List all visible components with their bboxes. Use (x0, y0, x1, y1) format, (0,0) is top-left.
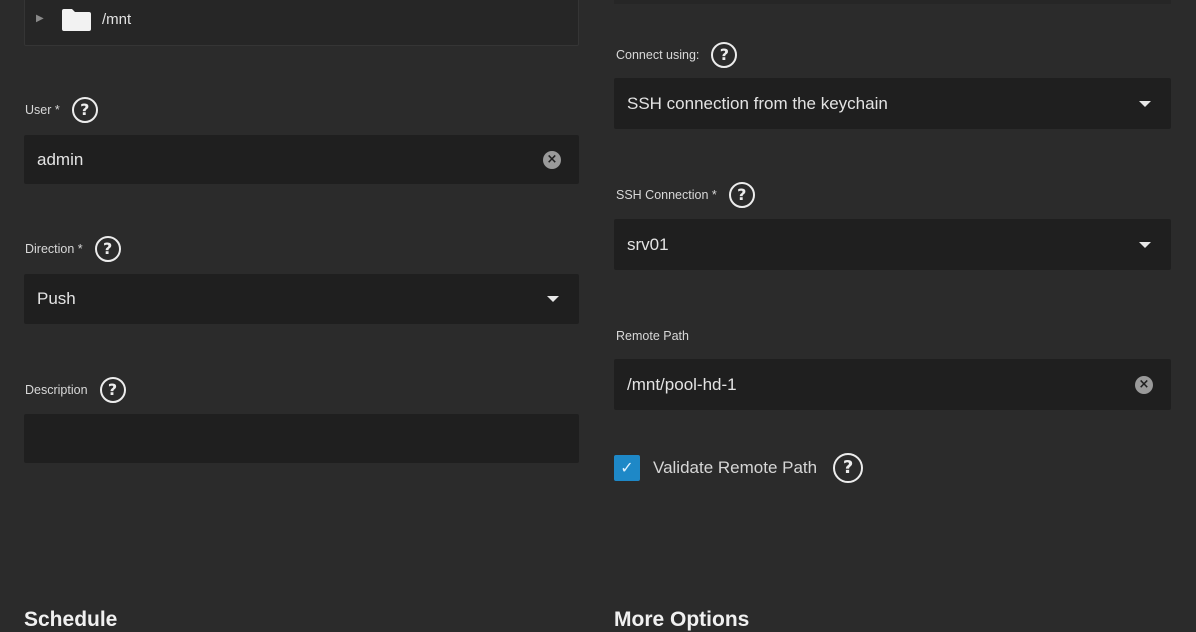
direction-select[interactable]: Push (24, 274, 579, 324)
remote-path-label: Remote Path (616, 329, 689, 343)
validate-remote-path-row: ✓ Validate Remote Path ? (614, 452, 864, 484)
user-help-icon[interactable]: ? (71, 97, 98, 123)
folder-icon (61, 8, 92, 32)
validate-remote-path-help-icon[interactable]: ? (833, 453, 864, 483)
chevron-down-icon (1139, 241, 1151, 248)
more-options-section-title: More Options (614, 608, 750, 631)
ssh-connection-select-value: srv01 (627, 234, 669, 254)
remote-path-input[interactable]: /mnt/pool-hd-1 × (614, 359, 1171, 410)
user-input-value: admin (37, 149, 84, 169)
ssh-connection-label: SSH Connection * (616, 188, 717, 202)
file-tree: ▶ /mnt (24, 0, 579, 46)
top-field-edge (614, 0, 1171, 4)
direction-label: Direction * (25, 242, 83, 256)
schedule-section-title: Schedule (24, 608, 118, 631)
ssh-connection-help-icon[interactable]: ? (728, 182, 755, 208)
user-label-row: User * ? (25, 97, 98, 123)
direction-help-icon[interactable]: ? (94, 236, 121, 262)
validate-remote-path-label[interactable]: Validate Remote Path (653, 458, 817, 478)
tree-expand-icon[interactable]: ▶ (36, 13, 44, 24)
direction-label-row: Direction * ? (25, 236, 121, 262)
description-input[interactable] (24, 414, 579, 463)
ssh-connection-select[interactable]: srv01 (614, 219, 1171, 270)
chevron-down-icon (1139, 100, 1151, 107)
chevron-down-icon (547, 296, 559, 302)
description-label-row: Description ? (25, 377, 126, 403)
direction-select-value: Push (37, 289, 76, 308)
validate-remote-path-checkbox[interactable]: ✓ (614, 455, 640, 481)
tree-item-label[interactable]: /mnt (102, 11, 131, 28)
clear-icon[interactable]: × (543, 150, 561, 169)
clear-icon[interactable]: × (1135, 375, 1153, 394)
description-label: Description (25, 383, 88, 397)
ssh-connection-label-row: SSH Connection * ? (616, 182, 755, 208)
connect-using-label-row: Connect using: ? (616, 42, 738, 68)
connect-using-label: Connect using: (616, 48, 700, 62)
connect-using-select-value: SSH connection from the keychain (627, 93, 888, 113)
description-help-icon[interactable]: ? (99, 377, 126, 403)
connect-using-select[interactable]: SSH connection from the keychain (614, 78, 1171, 129)
user-label: User * (25, 103, 60, 117)
check-icon: ✓ (620, 458, 634, 477)
user-input[interactable]: admin × (24, 135, 579, 184)
remote-path-label-row: Remote Path (616, 329, 689, 343)
remote-path-input-value: /mnt/pool-hd-1 (627, 374, 737, 394)
connect-using-help-icon[interactable]: ? (711, 42, 738, 68)
